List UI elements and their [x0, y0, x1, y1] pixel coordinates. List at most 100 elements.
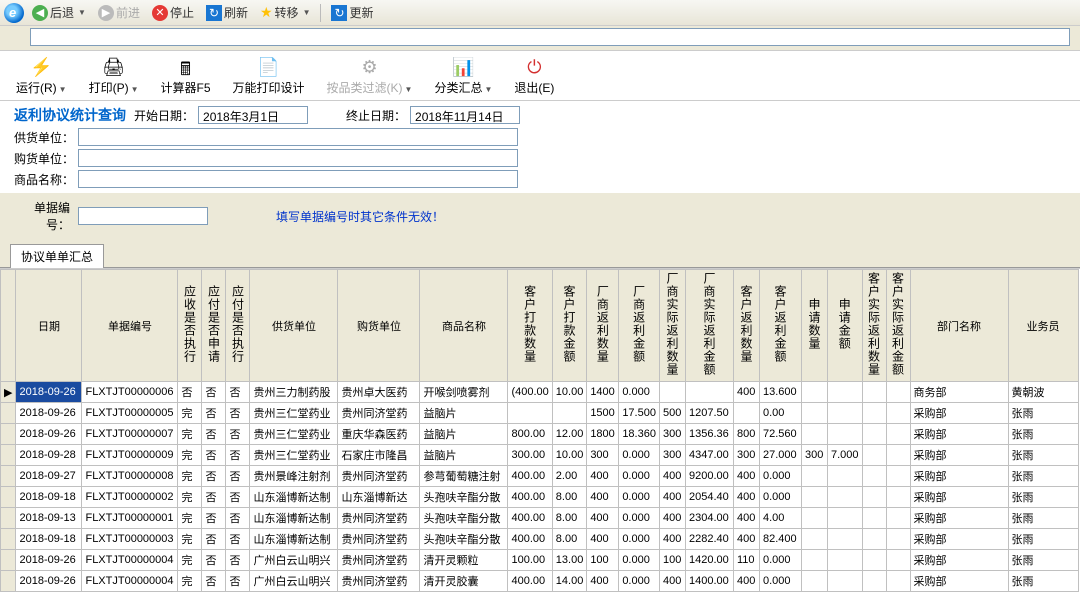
cell-date[interactable]: 2018-09-27	[16, 466, 82, 487]
cell-c1[interactable]: 完	[178, 445, 202, 466]
cell-q3[interactable]: 100	[659, 550, 685, 571]
cell-billno[interactable]: FLXTJT00000005	[82, 403, 178, 424]
cell-date[interactable]: 2018-09-26	[16, 403, 82, 424]
cell-ra[interactable]	[886, 424, 910, 445]
cell-buyer[interactable]: 贵州同济堂药	[338, 529, 420, 550]
cell-c2[interactable]: 否	[202, 508, 226, 529]
cell-ra[interactable]	[886, 487, 910, 508]
cell-buyer[interactable]: 山东淄博新达	[338, 487, 420, 508]
cell-date[interactable]: 2018-09-18	[16, 487, 82, 508]
cell-dept[interactable]: 采购部	[910, 403, 1008, 424]
cell-sales[interactable]: 黄朝波	[1008, 382, 1078, 403]
cell-rq[interactable]	[862, 466, 886, 487]
cell-c2[interactable]: 否	[202, 571, 226, 592]
print-button[interactable]: 🖨打印(P)▼	[89, 57, 139, 96]
cell-supplier[interactable]: 广州白云山明兴	[250, 550, 338, 571]
cell-ra[interactable]	[886, 550, 910, 571]
cell-a4[interactable]: 0.000	[759, 487, 801, 508]
cell-dept[interactable]: 采购部	[910, 424, 1008, 445]
cell-billno[interactable]: FLXTJT00000009	[82, 445, 178, 466]
cell-c2[interactable]: 否	[202, 529, 226, 550]
cell-a2[interactable]: 18.360	[619, 424, 660, 445]
cell-q1[interactable]: 400.00	[508, 508, 552, 529]
col-c1[interactable]: 应收是否执行	[178, 270, 202, 382]
cell-sales[interactable]: 张雨	[1008, 424, 1078, 445]
cell-aq[interactable]	[801, 550, 827, 571]
cell-am[interactable]	[827, 571, 862, 592]
cell-q1[interactable]: 800.00	[508, 424, 552, 445]
cell-c2[interactable]: 否	[202, 382, 226, 403]
cell-a2[interactable]: 17.500	[619, 403, 660, 424]
cell-a3[interactable]: 2054.40	[685, 487, 733, 508]
cell-q3[interactable]: 400	[659, 487, 685, 508]
cell-a2[interactable]: 0.000	[619, 550, 660, 571]
col-c14[interactable]: 客户实际返利数量	[862, 270, 886, 382]
cell-a1[interactable]: 8.00	[552, 508, 587, 529]
design-button[interactable]: 📄万能打印设计	[233, 57, 305, 96]
cell-c2[interactable]: 否	[202, 466, 226, 487]
col-c5[interactable]: 客户打款金额	[552, 270, 587, 382]
col-c4[interactable]: 客户打款数量	[508, 270, 552, 382]
cell-date[interactable]: 2018-09-26	[16, 571, 82, 592]
cell-dept[interactable]: 采购部	[910, 571, 1008, 592]
cell-a4[interactable]: 27.000	[759, 445, 801, 466]
cell-date[interactable]: 2018-09-26	[16, 424, 82, 445]
cell-am[interactable]	[827, 529, 862, 550]
cell-product[interactable]: 头孢呋辛酯分散	[420, 529, 508, 550]
col-billno[interactable]: 单据编号	[82, 270, 178, 382]
table-row[interactable]: 2018-09-18FLXTJT00000002完否否山东淄博新达制山东淄博新达…	[1, 487, 1079, 508]
col-c3[interactable]: 应付是否执行	[226, 270, 250, 382]
cell-product[interactable]: 参芎葡萄糖注射	[420, 466, 508, 487]
cell-c1[interactable]: 完	[178, 466, 202, 487]
cell-q1[interactable]: 400.00	[508, 466, 552, 487]
col-c7[interactable]: 厂商返利金额	[619, 270, 660, 382]
cell-a2[interactable]: 0.000	[619, 382, 660, 403]
cell-q4[interactable]: 400	[733, 466, 759, 487]
cell-sales[interactable]: 张雨	[1008, 571, 1078, 592]
end-date-input[interactable]: 2018年11月14日	[410, 106, 520, 124]
cell-am[interactable]	[827, 487, 862, 508]
cell-c1[interactable]: 完	[178, 508, 202, 529]
col-c12[interactable]: 申请数量	[801, 270, 827, 382]
table-row[interactable]: 2018-09-27FLXTJT00000008完否否贵州景峰注射剂贵州同济堂药…	[1, 466, 1079, 487]
cell-a2[interactable]: 0.000	[619, 508, 660, 529]
summary-button[interactable]: 📊分类汇总▼	[434, 57, 492, 96]
table-row[interactable]: 2018-09-26FLXTJT00000004完否否广州白云山明兴贵州同济堂药…	[1, 550, 1079, 571]
cell-c3[interactable]: 否	[226, 403, 250, 424]
cell-aq[interactable]	[801, 508, 827, 529]
table-row[interactable]: 2018-09-18FLXTJT00000003完否否山东淄博新达制贵州同济堂药…	[1, 529, 1079, 550]
cell-q4[interactable]: 300	[733, 445, 759, 466]
cell-q2[interactable]: 1500	[587, 403, 619, 424]
cell-date[interactable]: 2018-09-28	[16, 445, 82, 466]
cell-q3[interactable]: 400	[659, 508, 685, 529]
cell-date[interactable]: 2018-09-26	[16, 382, 82, 403]
cell-a1[interactable]: 2.00	[552, 466, 587, 487]
cell-buyer[interactable]: 贵州同济堂药	[338, 508, 420, 529]
cell-a3[interactable]: 1356.36	[685, 424, 733, 445]
cell-rq[interactable]	[862, 424, 886, 445]
cell-product[interactable]: 益脑片	[420, 403, 508, 424]
cell-a4[interactable]: 0.00	[759, 403, 801, 424]
cell-sales[interactable]: 张雨	[1008, 466, 1078, 487]
cell-q3[interactable]: 300	[659, 424, 685, 445]
supplier-input[interactable]	[78, 128, 518, 146]
cell-product[interactable]: 益脑片	[420, 424, 508, 445]
col-c6[interactable]: 厂商返利数量	[587, 270, 619, 382]
cell-product[interactable]: 头孢呋辛酯分散	[420, 508, 508, 529]
cell-dept[interactable]: 采购部	[910, 466, 1008, 487]
cell-a4[interactable]: 13.600	[759, 382, 801, 403]
cell-c1[interactable]: 完	[178, 529, 202, 550]
cell-q2[interactable]: 400	[587, 571, 619, 592]
cell-aq[interactable]	[801, 382, 827, 403]
cell-q2[interactable]: 400	[587, 508, 619, 529]
cell-a3[interactable]: 1400.00	[685, 571, 733, 592]
cell-supplier[interactable]: 贵州三仁堂药业	[250, 424, 338, 445]
cell-a1[interactable]: 8.00	[552, 529, 587, 550]
cell-supplier[interactable]: 广州白云山明兴	[250, 571, 338, 592]
cell-date[interactable]: 2018-09-18	[16, 529, 82, 550]
cell-q1[interactable]: 400.00	[508, 571, 552, 592]
cell-dept[interactable]: 采购部	[910, 487, 1008, 508]
cell-billno[interactable]: FLXTJT00000004	[82, 571, 178, 592]
cell-date[interactable]: 2018-09-26	[16, 550, 82, 571]
cell-a2[interactable]: 0.000	[619, 487, 660, 508]
